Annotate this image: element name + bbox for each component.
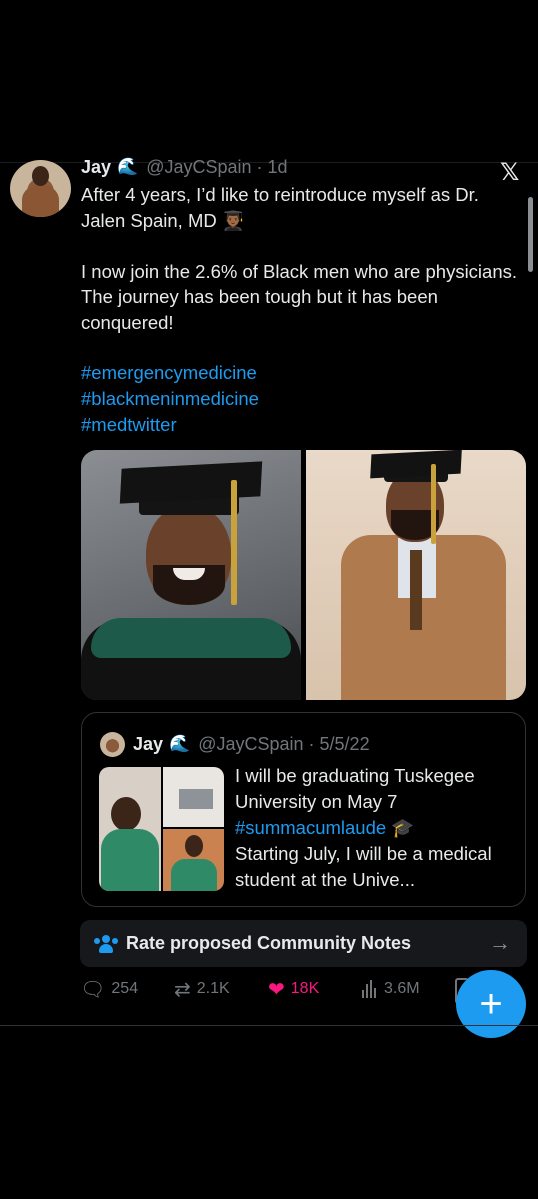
tweet-header: Jay 🌊 @JayCSpain · 1d — [81, 156, 288, 178]
scrollbar[interactable] — [528, 197, 533, 272]
tweet-text: After 4 years, I’d like to reintroduce m… — [81, 184, 518, 333]
quote-handle-date[interactable]: @JayCSpain · 5/5/22 — [198, 734, 369, 755]
repost-icon: ⇄ — [174, 978, 191, 1001]
screen: Jay 🌊 @JayCSpain · 1d 𝕏 After 4 years, I… — [0, 0, 538, 1199]
avatar-head — [32, 166, 49, 186]
quote-media[interactable] — [99, 767, 224, 891]
quote-author-name[interactable]: Jay — [133, 734, 163, 755]
like-count: 18K — [290, 980, 320, 997]
tassel — [231, 480, 237, 605]
community-notes-label: Rate proposed Community Notes — [126, 933, 412, 953]
quote-header: Jay 🌊 @JayCSpain · 5/5/22 — [100, 731, 370, 757]
tweet-actions: 🗨 254 ⇄ 2.1K ❤ 18K 3.6M — [80, 975, 480, 1003]
tie — [410, 550, 422, 630]
notes-icon-head — [112, 937, 118, 944]
reply-count: 254 — [111, 980, 139, 997]
cap-board — [119, 461, 263, 504]
quote-hashtag-link[interactable]: #summacumlaude — [235, 817, 386, 838]
avatar-body — [22, 186, 59, 217]
grad-cap-icon: 🎓 — [391, 817, 415, 838]
notes-icon-head — [102, 934, 110, 943]
repost-button[interactable]: ⇄ 2.1K — [174, 975, 230, 1003]
author-avatar[interactable] — [10, 160, 71, 217]
wave-icon: 🌊 — [169, 734, 191, 753]
notes-icon-head — [94, 937, 100, 944]
wave-icon: 🌊 — [117, 157, 139, 176]
thumb-face — [111, 797, 141, 831]
repost-count: 2.1K — [196, 980, 230, 997]
bar — [362, 990, 364, 998]
community-notes-button[interactable]: Rate proposed Community Notes → — [80, 920, 527, 967]
tassel — [431, 464, 436, 544]
arrow-right-icon: → — [489, 930, 511, 955]
author-name[interactable]: Jay — [81, 157, 111, 178]
thumb-laptop — [179, 789, 213, 809]
thumb-sweater — [171, 859, 217, 891]
graduation-photo-left[interactable] — [81, 450, 301, 700]
divider — [0, 1025, 538, 1026]
community-notes-icon — [94, 934, 118, 953]
like-button[interactable]: ❤ 18K — [268, 975, 319, 1003]
quote-avatar[interactable] — [100, 731, 125, 757]
graduation-photo-right[interactable] — [306, 450, 526, 700]
hashtag-link[interactable]: #blackmeninmedicine — [81, 388, 259, 410]
thumb-face — [185, 835, 203, 857]
heart-icon: ❤ — [268, 978, 285, 1001]
tweet-media[interactable] — [81, 450, 526, 700]
author-handle-time[interactable]: @JayCSpain · 1d — [146, 157, 287, 178]
hashtag-link[interactable]: #medtwitter — [81, 414, 177, 436]
quote-text: I will be graduating Tuskegee University… — [235, 763, 515, 893]
reply-button[interactable]: 🗨 254 — [80, 975, 138, 1003]
quoted-tweet[interactable]: Jay 🌊 @JayCSpain · 5/5/22 I will be grad… — [81, 712, 526, 907]
quote-text-after: Starting July, I will be a medical stude… — [235, 843, 492, 890]
views-count: 3.6M — [384, 980, 420, 997]
bar — [366, 984, 368, 998]
hashtag-link[interactable]: #emergencymedicine — [81, 362, 257, 384]
views-icon — [362, 980, 376, 998]
cap-board — [370, 450, 462, 479]
notes-icon-body — [99, 943, 113, 953]
quote-text-before: I will be graduating Tuskegee University… — [235, 765, 475, 812]
views-button[interactable]: 3.6M — [362, 975, 420, 1003]
velvet-hood — [91, 618, 291, 658]
bar — [370, 980, 372, 998]
bar — [374, 988, 376, 998]
reply-icon: 🗨 — [80, 978, 106, 1001]
thumb-sweater — [101, 829, 159, 891]
compose-button[interactable]: + — [456, 970, 526, 1038]
